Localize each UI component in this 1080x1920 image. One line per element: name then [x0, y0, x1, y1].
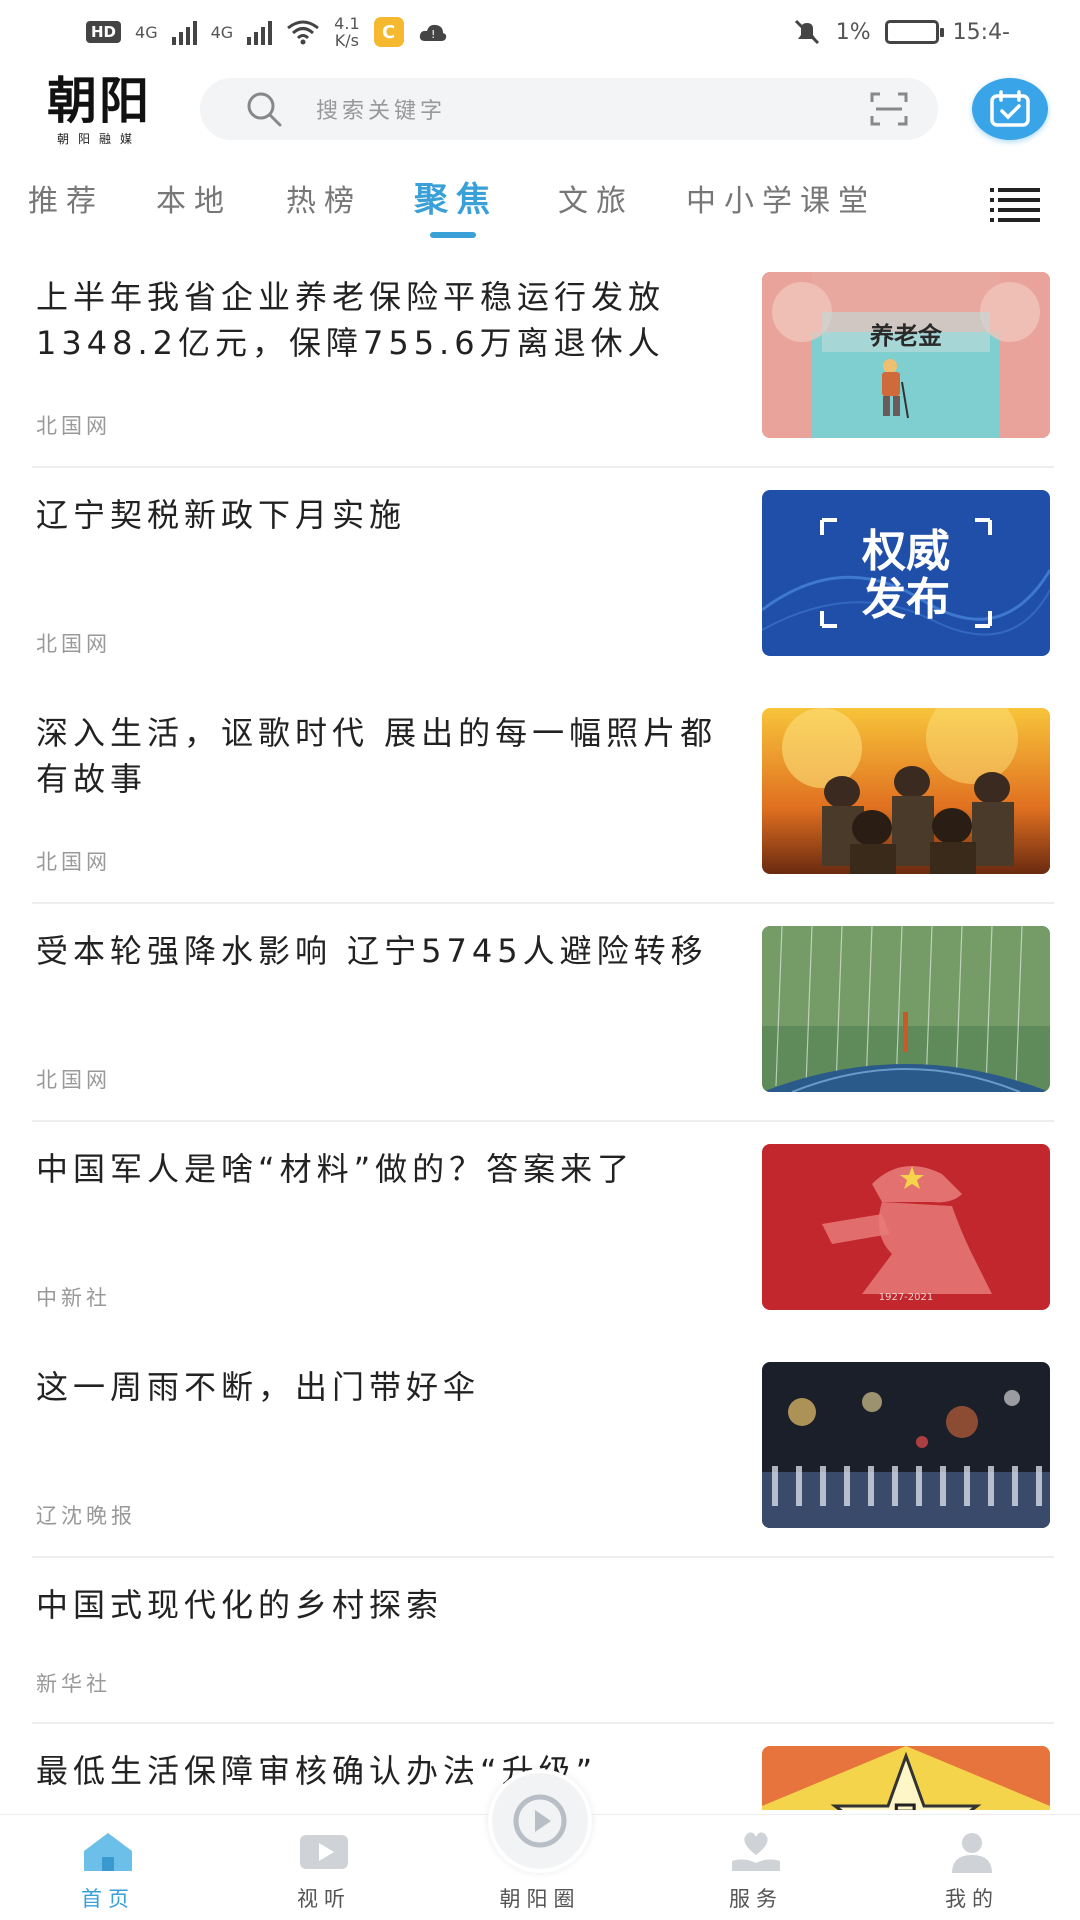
- nav-circle[interactable]: 朝阳圈: [450, 1815, 630, 1920]
- menu-icon[interactable]: [990, 184, 1040, 224]
- news-thumbnail[interactable]: 民: [762, 1746, 1050, 1810]
- news-item[interactable]: 中国军人是啥“材料”做的？答案来了 中新社 1927-2021: [32, 1122, 1050, 1338]
- nav-label: 首页: [81, 1887, 135, 1911]
- play-video-icon: [300, 1835, 348, 1869]
- news-thumbnail[interactable]: [762, 708, 1050, 874]
- net-speed: 4.1 K/s: [334, 15, 359, 49]
- news-source: 新华社: [36, 1672, 111, 1696]
- bottom-navigation: 首页 视听 朝阳圈 服务 我的: [0, 1769, 1080, 1920]
- tab-local[interactable]: 本地: [156, 176, 232, 220]
- network-type-1: 4G: [135, 22, 158, 42]
- logo-title: 朝阳: [47, 71, 151, 130]
- tab-recommend[interactable]: 推荐: [28, 176, 104, 220]
- status-bar-left: HD 4G 4G 4.1 K/s C !: [86, 15, 448, 49]
- news-title[interactable]: 最低生活保障审核确认办法“升级”: [36, 1748, 736, 1794]
- news-item[interactable]: 上半年我省企业养老保险平稳运行发放1348.2亿元，保障755.6万离退休人 北…: [32, 250, 1050, 466]
- svg-text:!: !: [431, 28, 435, 41]
- nav-label: 朝阳圈: [499, 1887, 581, 1911]
- search-icon: [247, 92, 282, 127]
- thumb-caption: 民: [892, 1800, 920, 1810]
- thumb-caption: 1927-2021: [879, 1292, 934, 1303]
- nav-media[interactable]: 视听: [234, 1815, 414, 1920]
- app-header: 朝阳 朝阳融媒 搜索关键字: [0, 64, 1080, 160]
- news-title[interactable]: 受本轮强降水影响 辽宁5745人避险转移: [36, 928, 736, 974]
- app-notification-icon: C: [373, 17, 404, 47]
- scan-icon[interactable]: [870, 92, 908, 126]
- tab-school-class[interactable]: 中小学课堂: [686, 176, 876, 220]
- news-item[interactable]: 这一周雨不断，出门带好伞 辽沈晚报: [32, 1340, 1050, 1556]
- hd-badge: HD: [86, 21, 122, 43]
- app-logo: 朝阳 朝阳融媒: [34, 72, 164, 147]
- clock-time: 15:4-: [952, 19, 1010, 45]
- news-title[interactable]: 中国式现代化的乡村探索: [36, 1582, 1016, 1628]
- nav-label: 我的: [945, 1887, 999, 1911]
- signal-icon: [171, 19, 197, 45]
- thumb-caption-2: 发布: [862, 574, 950, 625]
- signal-icon-2: [247, 19, 273, 45]
- nav-label: 服务: [729, 1887, 783, 1911]
- nav-label: 视听: [297, 1887, 351, 1911]
- search-bar[interactable]: 搜索关键字: [200, 78, 938, 140]
- battery-percent: 1%: [835, 19, 871, 45]
- network-type-2: 4G: [210, 22, 234, 42]
- user-icon: [952, 1833, 992, 1873]
- news-item[interactable]: 受本轮强降水影响 辽宁5745人避险转移 北国网: [32, 904, 1050, 1120]
- news-thumbnail[interactable]: [762, 926, 1050, 1092]
- news-thumbnail[interactable]: 1927-2021: [762, 1144, 1050, 1310]
- wifi-icon: [287, 20, 320, 45]
- news-thumbnail[interactable]: 养老金: [762, 272, 1050, 438]
- news-source: 北国网: [36, 1068, 111, 1092]
- alarm-muted-icon: [794, 19, 819, 45]
- news-item[interactable]: 辽宁契税新政下月实施 北国网 权威 发布: [32, 468, 1050, 684]
- status-bar: HD 4G 4G 4.1 K/s C ! 1% 15:4-: [0, 0, 1080, 64]
- news-item[interactable]: 深入生活，讴歌时代 展出的每一幅照片都有故事 北国网: [32, 686, 1050, 902]
- news-title[interactable]: 这一周雨不断，出门带好伞: [36, 1364, 736, 1410]
- calendar-check-icon: [990, 90, 1030, 127]
- logo-subtitle: 朝阳融媒: [56, 132, 141, 146]
- battery-icon: [884, 20, 944, 44]
- thumb-caption-1: 权威: [861, 526, 950, 577]
- news-source: 北国网: [36, 850, 111, 874]
- nav-home[interactable]: 首页: [18, 1815, 198, 1920]
- news-thumbnail[interactable]: [762, 1362, 1050, 1528]
- nav-profile[interactable]: 我的: [882, 1815, 1062, 1920]
- news-thumbnail[interactable]: 权威 发布: [762, 490, 1050, 656]
- news-title[interactable]: 上半年我省企业养老保险平稳运行发放1348.2亿元，保障755.6万离退休人: [36, 274, 736, 366]
- news-title[interactable]: 深入生活，讴歌时代 展出的每一幅照片都有故事: [36, 710, 736, 802]
- news-source: 北国网: [36, 414, 111, 438]
- search-placeholder[interactable]: 搜索关键字: [316, 93, 870, 125]
- news-source: 北国网: [36, 632, 111, 656]
- nav-service[interactable]: 服务: [666, 1815, 846, 1920]
- news-title[interactable]: 辽宁契税新政下月实施: [36, 492, 736, 538]
- heart-hand-icon: [732, 1832, 780, 1871]
- news-title[interactable]: 中国军人是啥“材料”做的？答案来了: [36, 1146, 736, 1192]
- news-source: 中新社: [36, 1286, 111, 1310]
- home-icon: [84, 1833, 132, 1871]
- tab-focus[interactable]: 聚焦: [414, 172, 498, 221]
- tab-culture-travel[interactable]: 文旅: [558, 176, 634, 220]
- thumb-caption: 养老金: [869, 322, 943, 350]
- net-speed-unit: K/s: [334, 31, 359, 50]
- calendar-button[interactable]: [972, 78, 1048, 140]
- news-item[interactable]: 中国式现代化的乡村探索 新华社: [32, 1558, 1050, 1722]
- cloud-alert-icon: !: [419, 24, 446, 41]
- active-tab-indicator: [430, 232, 476, 238]
- tab-hot[interactable]: 热榜: [286, 176, 362, 220]
- status-bar-right: 1% 15:4-: [792, 17, 1010, 47]
- news-feed: 上半年我省企业养老保险平稳运行发放1348.2亿元，保障755.6万离退休人 北…: [0, 250, 1080, 1810]
- news-source: 辽沈晚报: [36, 1504, 136, 1528]
- category-tabs: 推荐 本地 热榜 聚焦 文旅 中小学课堂: [0, 166, 1080, 244]
